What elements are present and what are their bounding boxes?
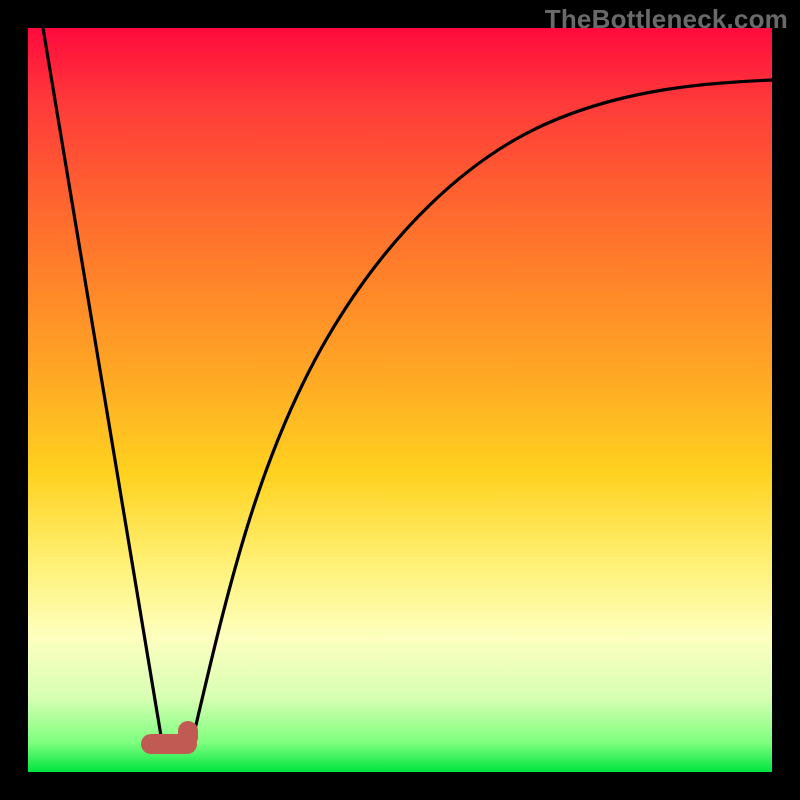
curve-left-branch: [43, 28, 162, 742]
curve-right-branch: [192, 80, 772, 742]
chart-frame: TheBottleneck.com: [0, 0, 800, 800]
minimum-marker-stem: [178, 721, 198, 747]
curve-layer: [28, 28, 772, 772]
watermark-text: TheBottleneck.com: [545, 4, 788, 35]
plot-area: [28, 28, 772, 772]
